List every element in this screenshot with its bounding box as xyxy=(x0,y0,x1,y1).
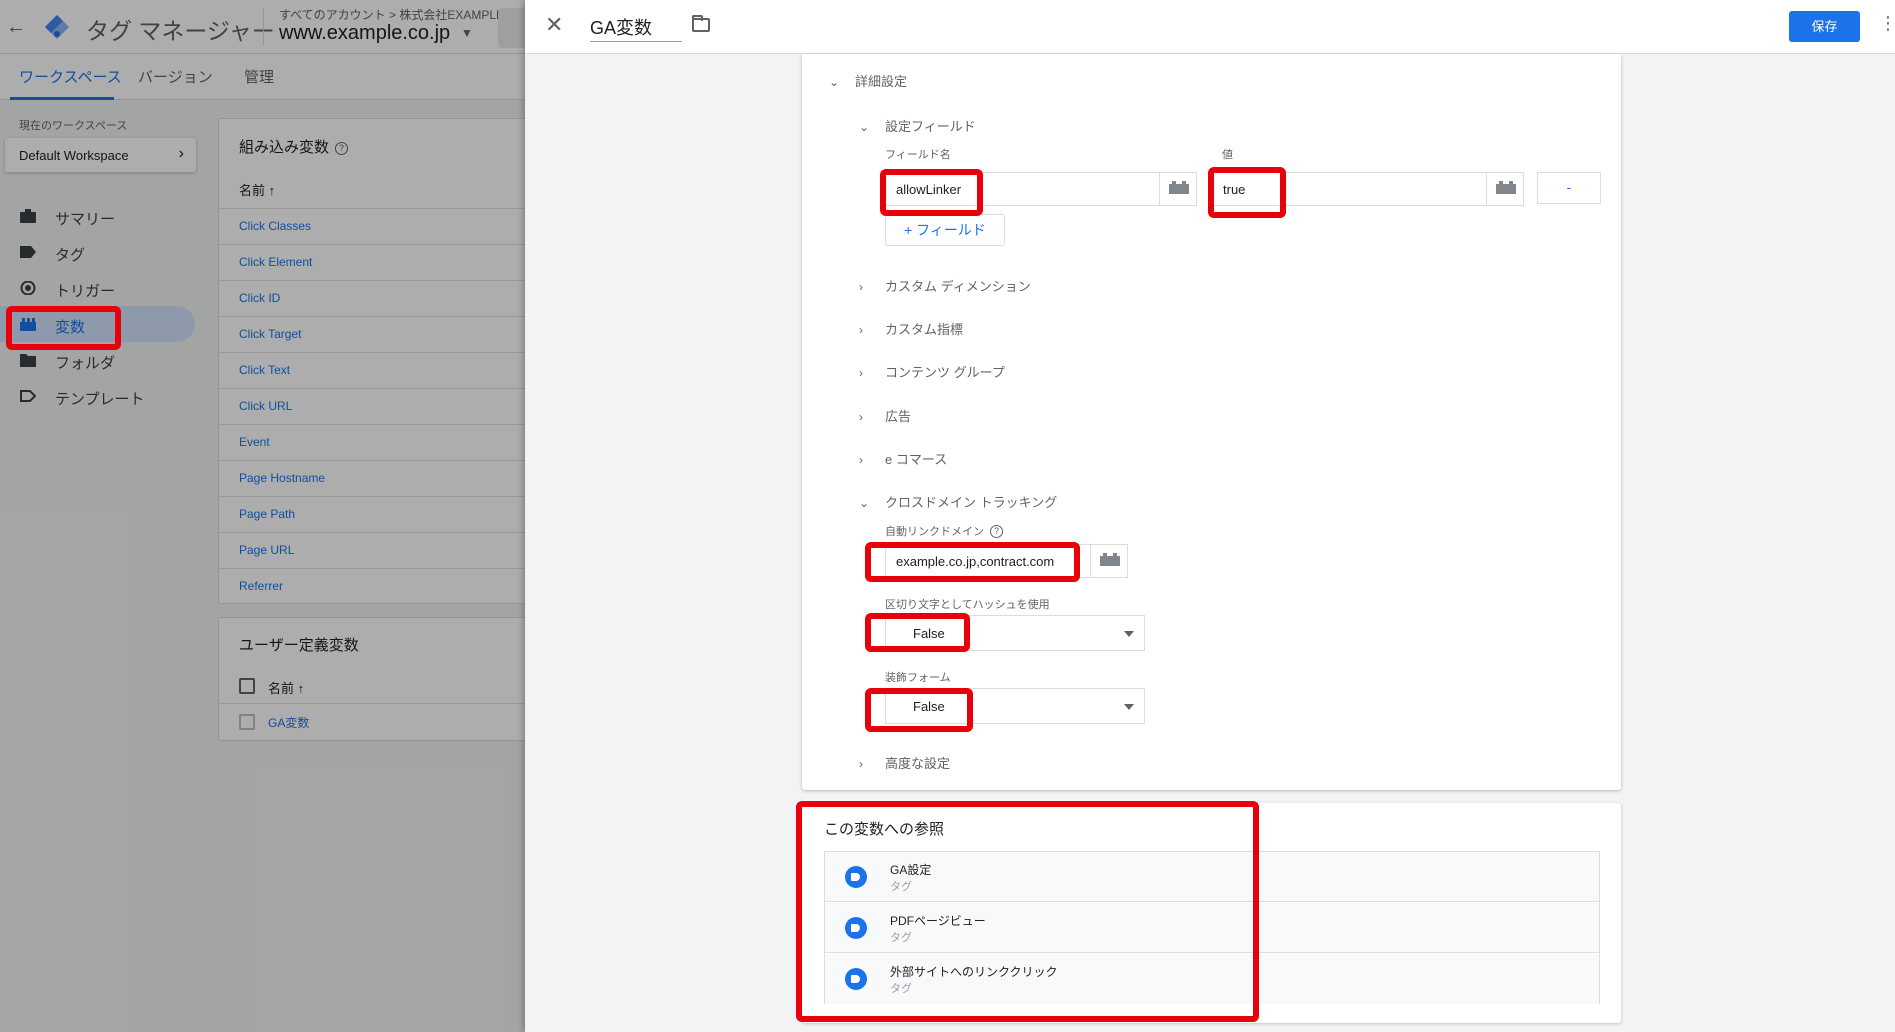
value-label: 値 xyxy=(1222,149,1233,161)
reference-name: PDFページビュー xyxy=(890,914,986,928)
reference-name: GA設定 xyxy=(890,863,932,877)
add-field-button[interactable]: + フィールド xyxy=(885,214,1005,246)
decorate-forms-label: 装飾フォーム xyxy=(885,672,951,684)
variable-editor-panel: ✕ GA変数 保存 ⋮ ⌄ 詳細設定 ⌄ 設定フィールド フィールド名 値 allo… xyxy=(525,0,1895,1032)
chevron-right-icon: › xyxy=(859,323,863,337)
list-item[interactable]: GA設定 タグ xyxy=(825,852,1599,902)
references-card: この変数への参照 GA設定 タグ PDFページビュー タグ 外部サイトへのリンク… xyxy=(802,803,1621,1023)
help-icon[interactable]: ? xyxy=(990,525,1003,538)
chevron-right-icon: › xyxy=(859,453,863,467)
section-advanced-settings[interactable]: ⌄ 詳細設定 xyxy=(829,71,907,90)
save-button[interactable]: 保存 xyxy=(1789,11,1860,42)
section-fields-to-set[interactable]: ⌄ 設定フィールド xyxy=(859,116,976,135)
folder-icon[interactable] xyxy=(692,15,710,32)
section-cross-domain[interactable]: ⌄ クロスドメイン トラッキング xyxy=(859,492,1057,511)
tag-icon xyxy=(845,917,867,939)
section-ecommerce[interactable]: › e コマース xyxy=(859,449,947,468)
auto-link-domains-label: 自動リンクドメイン? xyxy=(885,523,1003,539)
section-advanced-configuration[interactable]: › 高度な設定 xyxy=(859,753,950,772)
section-custom-dimensions[interactable]: › カスタム ディメンション xyxy=(859,276,1031,295)
brick-icon xyxy=(1496,181,1516,194)
chevron-right-icon: › xyxy=(859,280,863,294)
close-icon[interactable]: ✕ xyxy=(545,12,563,38)
field-name-label: フィールド名 xyxy=(885,149,951,161)
variable-picker-button[interactable] xyxy=(1486,172,1524,206)
brick-icon xyxy=(1169,181,1189,194)
reference-name: 外部サイトへのリンククリック xyxy=(890,965,1058,979)
field-name-input[interactable]: allowLinker xyxy=(885,172,1160,206)
field-value-input[interactable]: true xyxy=(1212,172,1487,206)
reference-type: タグ xyxy=(890,932,912,944)
variable-name-input[interactable]: GA変数 xyxy=(590,14,682,42)
chevron-right-icon: › xyxy=(859,410,863,424)
chevron-down-icon: ⌄ xyxy=(859,120,870,134)
section-custom-metrics[interactable]: › カスタム指標 xyxy=(859,319,963,338)
use-hash-select[interactable]: False xyxy=(885,615,1145,651)
reference-type: タグ xyxy=(890,881,912,893)
tag-icon xyxy=(845,968,867,990)
chevron-down-icon: ⌄ xyxy=(829,75,840,89)
chevron-right-icon: › xyxy=(859,757,863,771)
variable-picker-button[interactable] xyxy=(1090,544,1128,578)
variable-config-card: ⌄ 詳細設定 ⌄ 設定フィールド フィールド名 値 allowLinker true… xyxy=(802,54,1621,790)
decorate-forms-select[interactable]: False xyxy=(885,688,1145,724)
auto-link-domains-input[interactable]: example.co.jp,contract.com xyxy=(885,544,1091,578)
chevron-down-icon: ⌄ xyxy=(859,496,870,510)
panel-header: ✕ GA変数 保存 ⋮ xyxy=(525,0,1895,54)
section-content-groups[interactable]: › コンテンツ グループ xyxy=(859,362,1005,381)
use-hash-label: 区切り文字としてハッシュを使用 xyxy=(885,599,1050,611)
reference-type: タグ xyxy=(890,983,912,995)
references-list: GA設定 タグ PDFページビュー タグ 外部サイトへのリンククリック タグ xyxy=(824,851,1600,1004)
dropdown-caret-icon xyxy=(1124,631,1134,637)
section-advertising[interactable]: › 広告 xyxy=(859,406,911,425)
list-item[interactable]: 外部サイトへのリンククリック タグ xyxy=(825,954,1599,1004)
tag-icon xyxy=(845,866,867,888)
brick-icon xyxy=(1100,553,1120,566)
chevron-right-icon: › xyxy=(859,366,863,380)
dropdown-caret-icon xyxy=(1124,704,1134,710)
more-options-icon[interactable]: ⋮ xyxy=(1879,13,1895,34)
variable-picker-button[interactable] xyxy=(1159,172,1197,206)
list-item[interactable]: PDFページビュー タグ xyxy=(825,903,1599,953)
remove-field-button[interactable]: - xyxy=(1537,172,1601,204)
references-title: この変数への参照 xyxy=(824,821,945,838)
